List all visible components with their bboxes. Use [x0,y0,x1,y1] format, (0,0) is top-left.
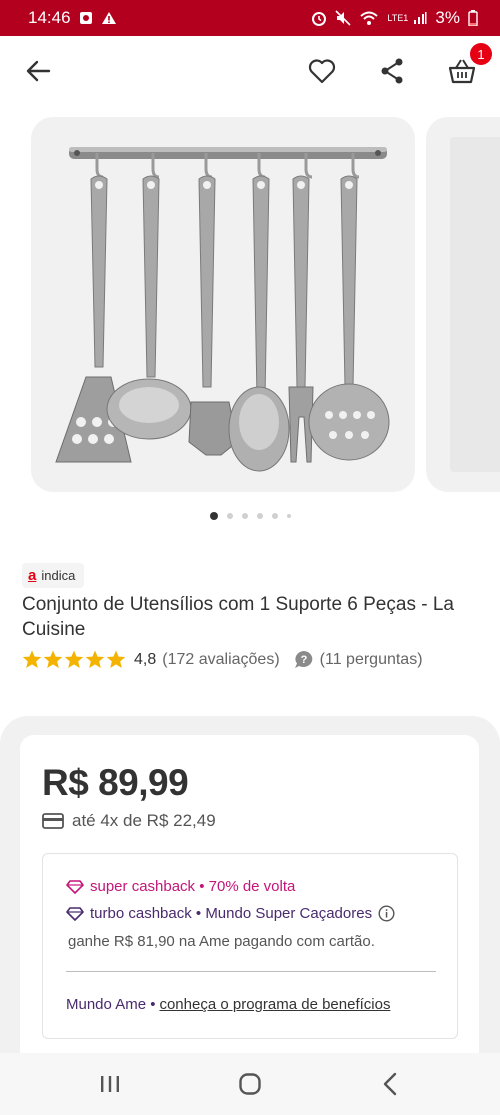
credit-card-icon [42,813,64,829]
next-image-preview[interactable] [426,117,500,492]
network-type: LTE1 [387,12,409,23]
star-icon [106,650,126,668]
product-title: Conjunto de Utensílios com 1 Suporte 6 P… [22,594,454,640]
installments-text: até 4x de R$ 22,49 [72,811,216,830]
carousel-dot[interactable] [209,512,218,520]
arrow-left-icon [26,60,51,82]
question-bubble-icon: ? [294,650,314,669]
battery-icon [468,10,478,26]
star-icon [85,650,105,668]
warning-icon [101,11,117,25]
rating-row: 4,8 (172 avaliações) ? (11 perguntas) [22,650,423,669]
favorite-button[interactable] [304,53,340,89]
signal-icon [413,11,427,25]
carousel-dot[interactable] [256,513,263,519]
status-time: 14:46 [28,8,71,27]
indica-label: indica [41,568,76,583]
carousel-dot[interactable] [271,513,278,519]
cart-button[interactable]: 1 [444,43,492,89]
cashback-note: ganhe R$ 81,90 na Ame pagando com cartão… [68,933,375,950]
recent-apps-button[interactable] [80,1064,140,1104]
top-app-bar: 1 [0,36,500,106]
super-cashback-row: super cashback • 70% de volta [66,878,295,895]
diamond-icon [66,906,84,921]
share-button[interactable] [374,53,410,89]
info-icon[interactable] [378,905,395,922]
system-navigation-bar [0,1053,500,1115]
star-icon [22,650,42,668]
questions-link[interactable]: (11 perguntas) [320,651,423,669]
star-icon [43,650,63,668]
back-button[interactable] [20,53,56,89]
share-icon [381,58,403,84]
carousel-indicator [0,512,500,520]
divider [66,971,436,972]
status-bar: 14:46 LTE1 3% [0,0,500,36]
carousel-dot[interactable] [286,514,291,518]
carousel-dot[interactable] [241,513,248,519]
indica-badge: a indica [22,563,85,588]
carousel-dot[interactable] [226,513,233,519]
cart-count-badge: 1 [470,43,492,65]
basket-icon [448,59,476,84]
chevron-left-icon [383,1072,397,1096]
home-button[interactable] [220,1064,280,1104]
mute-icon [335,10,351,26]
recent-apps-icon [101,1076,119,1092]
star-icon [64,650,84,668]
benefits-program-link[interactable]: conheça o programa de benefícios [159,996,390,1013]
notification-icon [79,11,93,25]
battery-percent: 3% [435,8,460,27]
product-image[interactable] [31,117,415,492]
diamond-icon [66,879,84,894]
product-image-carousel[interactable] [0,117,500,493]
rating-stars[interactable] [22,650,126,669]
installments-info: até 4x de R$ 22,49 [42,811,216,831]
mundo-ame-row: Mundo Ame • conheça o programa de benefí… [66,996,390,1013]
svg-text:?: ? [300,654,307,666]
rating-value: 4,8 [134,650,157,668]
americanas-logo: a [28,567,37,584]
turbo-cashback-row: turbo cashback • Mundo Super Caçadores [66,905,395,922]
super-cashback-label: super cashback • 70% de volta [90,878,296,895]
mundo-ame-label: Mundo Ame • [66,996,156,1013]
product-price: R$ 89,99 [42,762,189,803]
home-icon [239,1073,261,1095]
utensil-set-image [55,147,390,472]
heart-icon [308,59,336,84]
reviews-link[interactable]: (172 avaliações) [162,651,279,669]
system-back-button[interactable] [360,1064,420,1104]
turbo-cashback-label: turbo cashback • Mundo Super Caçadores [90,905,373,922]
wifi-icon [359,10,379,26]
alarm-icon [311,10,327,26]
